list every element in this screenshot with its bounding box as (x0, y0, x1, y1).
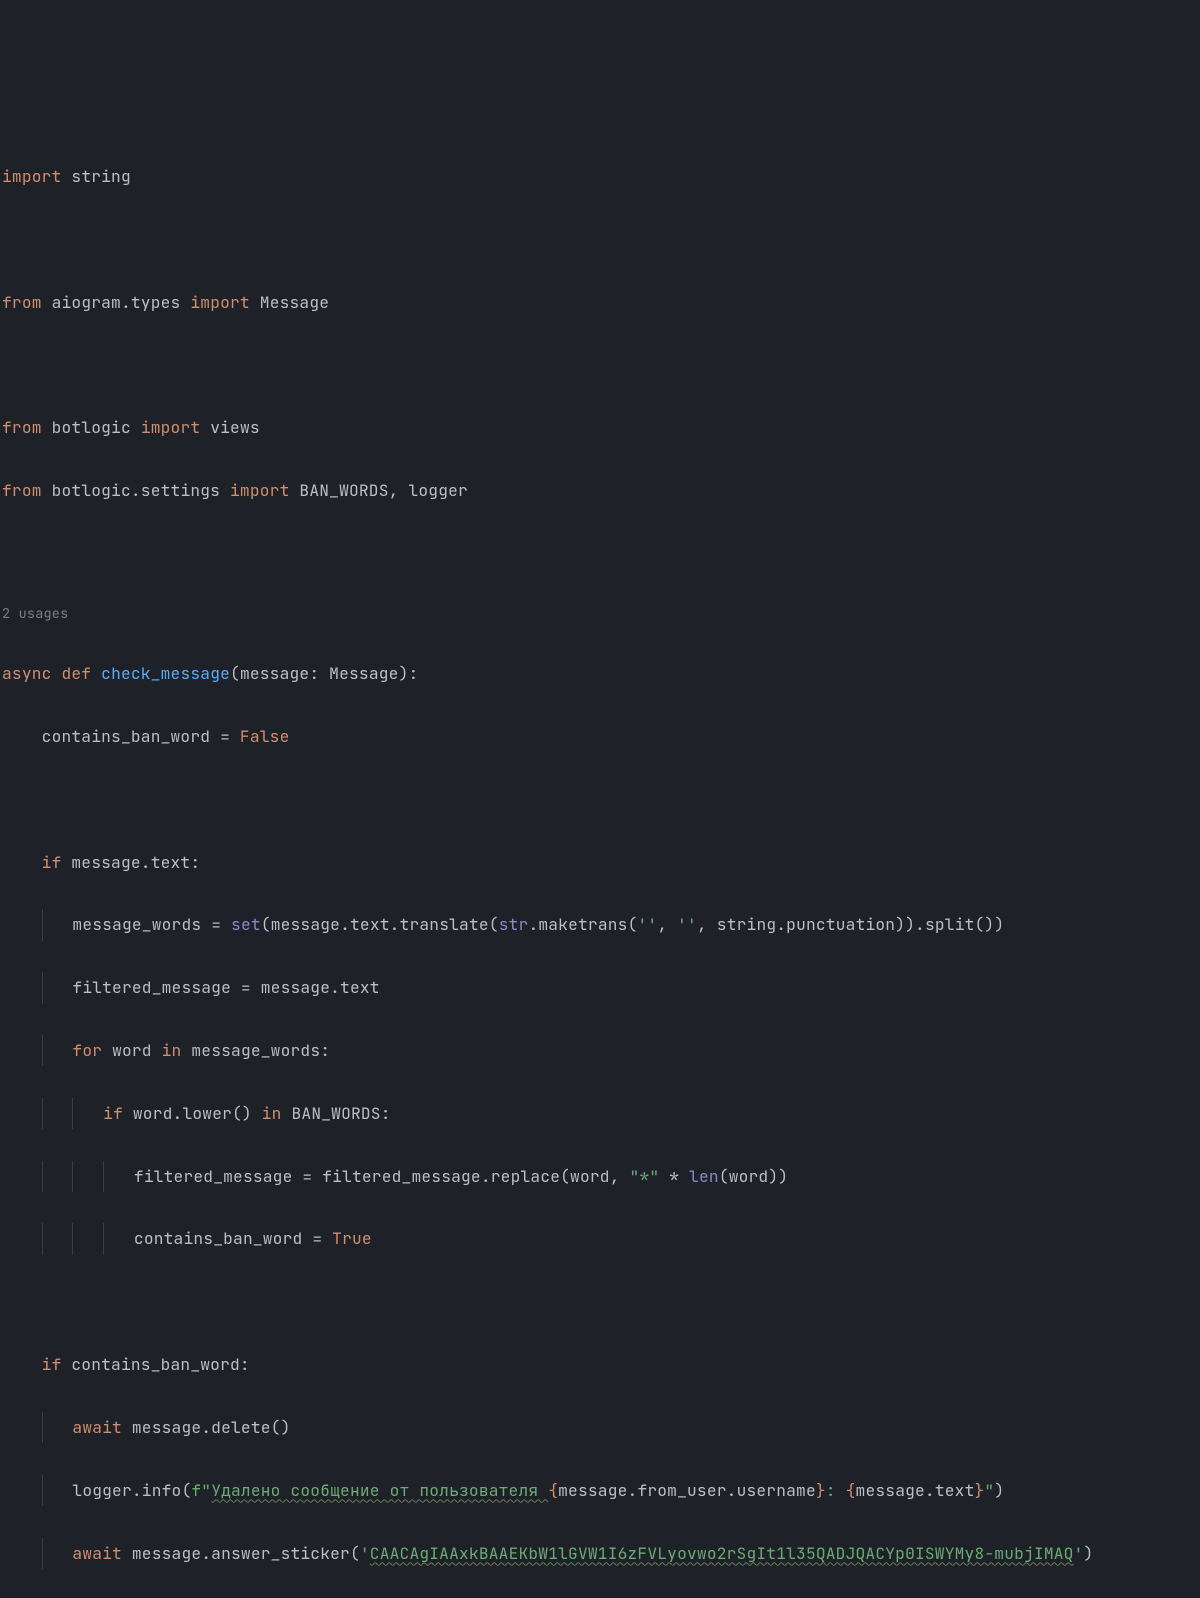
eq: = (210, 725, 240, 747)
string-literal: "*" (630, 1165, 660, 1187)
keyword-for: for (72, 1039, 102, 1061)
module-name: string (71, 165, 130, 187)
const-false: False (240, 725, 290, 747)
string-quote: ' (1074, 1542, 1084, 1564)
module-path: botlogic.settings (52, 479, 221, 501)
tail: , string.punctuation)).split()) (697, 913, 1004, 935)
eq: = (201, 913, 231, 935)
fstring-brace: } (975, 1479, 985, 1501)
call: logger.info( (72, 1479, 191, 1501)
param-type: Message (329, 662, 398, 684)
eq: = (302, 1227, 332, 1249)
keyword-await: await (72, 1416, 122, 1438)
fstring-expr: message.from_user.username (558, 1479, 816, 1501)
fstring-prefix: f" (191, 1479, 211, 1501)
code-line: if message.text: (0, 847, 1200, 878)
code-line-empty (0, 784, 1200, 815)
fstring-text: : (826, 1479, 846, 1501)
expr: filtered_message = filtered_message.repl… (134, 1165, 630, 1187)
expr: .maketrans( (528, 913, 637, 935)
code-line: await message.answer_sticker('CAACAgIAAx… (0, 1538, 1200, 1569)
code-line: await message.delete() (0, 1412, 1200, 1443)
builtin-str: str (499, 913, 529, 935)
colon: : (309, 662, 329, 684)
keyword-import: import (2, 165, 61, 187)
builtin-len: len (689, 1165, 719, 1187)
string-literal: CAACAgIAAxkBAAEKbW1lGVW1I6zFVLyovwo2rSgI… (370, 1542, 1074, 1564)
loop-var: word (102, 1039, 161, 1061)
module-path: aiogram.types (52, 291, 181, 313)
import-names: BAN_WORDS, logger (299, 479, 468, 501)
var: contains_ban_word (134, 1227, 303, 1249)
var: message_words (72, 913, 201, 935)
code-line: contains_ban_word = False (0, 721, 1200, 752)
code-line: from botlogic import views (0, 412, 1200, 443)
param-open: (message (230, 662, 309, 684)
code-line-empty (0, 224, 1200, 255)
string-literal: '' (637, 913, 657, 935)
fstring-brace: { (548, 1479, 558, 1501)
keyword-def: def (61, 662, 91, 684)
code-line: filtered_message = message.text (0, 972, 1200, 1003)
code-line: message_words = set(message.text.transla… (0, 909, 1200, 940)
cond: word.lower() (123, 1102, 262, 1124)
sig-close: ): (399, 662, 419, 684)
keyword-if: if (103, 1102, 123, 1124)
code-line: async def check_message(message: Message… (0, 658, 1200, 689)
keyword-if: if (42, 851, 62, 873)
condition: contains_ban_word: (61, 1353, 249, 1375)
tail: (word)) (719, 1165, 788, 1187)
code-line-empty (0, 349, 1200, 380)
fstring-brace: } (816, 1479, 826, 1501)
keyword-in: in (262, 1102, 282, 1124)
code-line: logger.info(f"Удалено сообщение от польз… (0, 1475, 1200, 1506)
code-line: from aiogram.types import Message (0, 287, 1200, 318)
fstring-expr: message.text (856, 1479, 975, 1501)
keyword-async: async (2, 662, 52, 684)
assignment: filtered_message = message.text (72, 976, 379, 998)
comma: , (657, 913, 677, 935)
keyword-from: from (2, 479, 42, 501)
code-line-empty (0, 538, 1200, 569)
module-path: botlogic (52, 416, 131, 438)
fstring-text: Удалено сообщение от пользователя (211, 1479, 548, 1501)
builtin-set: set (231, 913, 261, 935)
import-name: Message (260, 291, 329, 313)
function-name: check_message (101, 662, 230, 684)
rparen: ) (994, 1479, 1004, 1501)
rparen: ) (1084, 1542, 1094, 1564)
fstring-brace: { (846, 1479, 856, 1501)
const-true: True (332, 1227, 372, 1249)
condition: message.text: (61, 851, 200, 873)
tail: BAN_WORDS: (282, 1102, 391, 1124)
keyword-from: from (2, 291, 42, 313)
keyword-import: import (141, 416, 200, 438)
keyword-from: from (2, 416, 42, 438)
keyword-in: in (162, 1039, 182, 1061)
op: * (659, 1165, 689, 1187)
expr: (message.text.translate( (261, 913, 499, 935)
keyword-import: import (230, 479, 289, 501)
fstring-quote: " (984, 1479, 994, 1501)
keyword-await: await (72, 1542, 122, 1564)
usages-hint[interactable]: 2 usages (0, 601, 1200, 627)
string-quote: ' (360, 1542, 370, 1564)
code-line-empty (0, 1286, 1200, 1317)
code-line: import string (0, 161, 1200, 192)
code-line: contains_ban_word = True (0, 1223, 1200, 1254)
code-line: from botlogic.settings import BAN_WORDS,… (0, 475, 1200, 506)
call: message.delete() (122, 1416, 291, 1438)
code-line: for word in message_words: (0, 1035, 1200, 1066)
code-line: filtered_message = filtered_message.repl… (0, 1161, 1200, 1192)
code-editor[interactable]: import string from aiogram.types import … (0, 130, 1200, 1598)
import-name: views (210, 416, 260, 438)
var: contains_ban_word (42, 725, 211, 747)
iterable: message_words: (181, 1039, 330, 1061)
string-literal: '' (677, 913, 697, 935)
keyword-import: import (190, 291, 249, 313)
keyword-if: if (42, 1353, 62, 1375)
code-line: if word.lower() in BAN_WORDS: (0, 1098, 1200, 1129)
call: message.answer_sticker( (122, 1542, 360, 1564)
code-line: if contains_ban_word: (0, 1349, 1200, 1380)
